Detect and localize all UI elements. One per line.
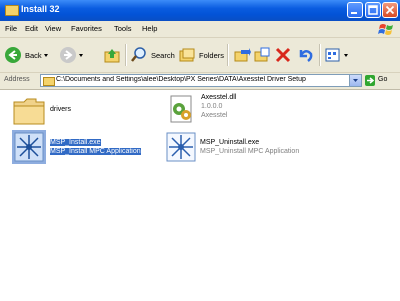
menu-view[interactable]: View [45, 24, 61, 33]
file-item-axesstel-dll[interactable]: Axesstel.dll 1.0.0.0 Axesstel [168, 94, 308, 130]
file-description: MSP_Install MPC Application [50, 148, 141, 155]
undo-button[interactable] [296, 44, 314, 66]
exe-icon [12, 130, 46, 164]
toolbar-separator [319, 44, 320, 66]
explorer-window: Install 32 File Edit View Favorites Tool… [0, 0, 400, 301]
maximize-icon [368, 5, 378, 15]
search-button[interactable]: Search [130, 44, 175, 66]
folders-button[interactable]: Folders [178, 44, 224, 66]
address-dropdown-button[interactable] [349, 75, 361, 86]
views-icon [325, 48, 340, 62]
chevron-down-icon [43, 54, 48, 57]
address-label: Address [4, 76, 30, 83]
go-label[interactable]: Go [378, 76, 387, 83]
close-button[interactable] [382, 2, 398, 18]
back-button[interactable]: Back [4, 44, 50, 66]
menu-edit[interactable]: Edit [25, 24, 38, 33]
file-description: MSP_Uninstall MPC Application [200, 148, 300, 155]
file-name: MSP_Uninstall.exe [200, 139, 260, 146]
title-bar[interactable]: Install 32 [0, 0, 400, 21]
search-icon [131, 47, 146, 62]
up-folder-icon [104, 49, 120, 63]
back-label: Back [25, 50, 42, 60]
file-list: drivers Axesstel.dll 1.0.0.0 Axesstel MS… [0, 90, 400, 301]
file-version: 1.0.0.0 [201, 103, 223, 110]
file-name: drivers [50, 106, 72, 113]
search-label: Search [151, 50, 175, 60]
toolbar-separator [227, 44, 228, 66]
folders-icon [179, 48, 195, 62]
dll-icon [170, 95, 192, 123]
copy-to-icon [254, 47, 270, 62]
folder-icon [43, 77, 55, 86]
file-item-drivers[interactable]: drivers [12, 94, 142, 130]
move-to-button[interactable] [233, 44, 251, 66]
undo-icon [299, 50, 313, 62]
forward-arrow-icon [60, 47, 76, 63]
folders-label: Folders [199, 50, 225, 60]
toolbar: Back Search Folders [0, 38, 400, 73]
address-bar: Address C:\Documents and Settings\alee\D… [0, 73, 400, 90]
address-input[interactable]: C:\Documents and Settings\alee\Desktop\P… [40, 74, 362, 87]
views-button[interactable] [324, 44, 350, 66]
chevron-down-icon [79, 54, 83, 57]
file-name: Axesstel.dll [201, 94, 237, 101]
chevron-down-icon [344, 54, 348, 57]
minimize-button[interactable] [347, 2, 363, 18]
minimize-icon [351, 12, 357, 14]
close-icon [385, 5, 395, 15]
toolbar-separator [125, 44, 126, 66]
menu-bar: File Edit View Favorites Tools Help [0, 21, 400, 38]
menu-favorites[interactable]: Favorites [71, 24, 102, 33]
maximize-button[interactable] [365, 2, 381, 18]
move-to-icon [234, 48, 251, 62]
copy-to-button[interactable] [253, 44, 271, 66]
menu-help[interactable]: Help [142, 24, 157, 33]
file-name: MSP_Install.exe [50, 139, 101, 146]
file-item-msp-install[interactable]: MSP_Install.exe MSP_Install MPC Applicat… [12, 130, 152, 166]
chevron-down-icon [353, 79, 358, 82]
up-folder-button[interactable] [103, 44, 121, 66]
back-arrow-icon [5, 47, 21, 63]
file-company: Axesstel [201, 112, 228, 119]
forward-button[interactable] [59, 44, 85, 66]
folder-icon [5, 5, 19, 16]
delete-icon [275, 47, 291, 63]
exe-icon [166, 132, 196, 162]
window-title: Install 32 [21, 4, 60, 14]
file-item-msp-uninstall[interactable]: MSP_Uninstall.exe MSP_Uninstall MPC Appl… [164, 130, 314, 166]
go-arrow-icon [367, 77, 375, 84]
go-button[interactable] [365, 75, 375, 86]
address-path: C:\Documents and Settings\alee\Desktop\P… [56, 76, 306, 83]
delete-button[interactable] [274, 44, 292, 66]
folder-icon [13, 98, 45, 125]
menu-file[interactable]: File [5, 24, 17, 33]
windows-logo-icon [378, 24, 393, 35]
menu-tools[interactable]: Tools [114, 24, 132, 33]
